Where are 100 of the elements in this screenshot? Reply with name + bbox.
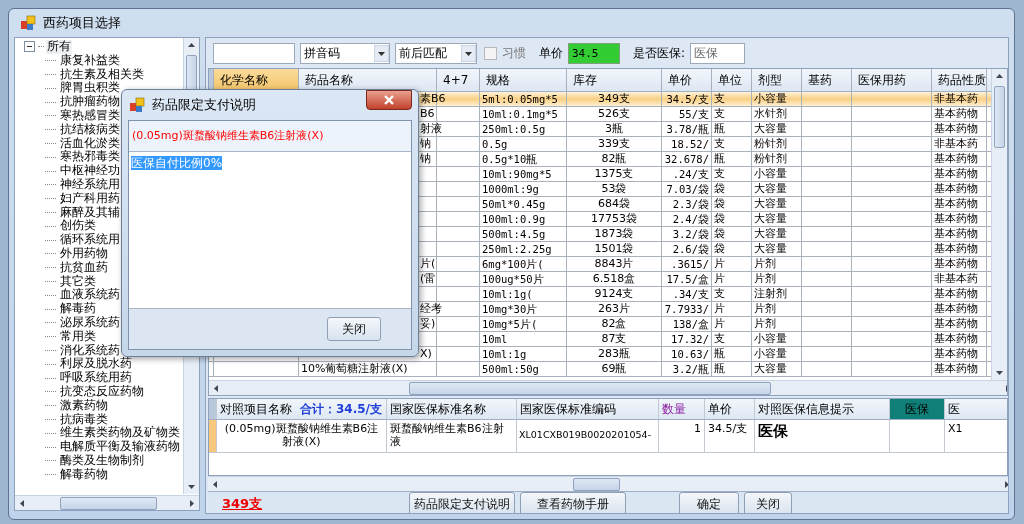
tree-item[interactable]: 寒热邪毒类 (59, 150, 121, 165)
search-field[interactable] (213, 42, 295, 64)
tree-item[interactable]: 利尿及脱水药 (59, 357, 133, 372)
table-cell: 17.5/盒 (662, 272, 712, 286)
table-cell: 3瓶 (567, 122, 662, 136)
column-header[interactable]: 化学名称 (214, 69, 299, 91)
dropdown-arrow-icon[interactable] (374, 44, 389, 62)
close-button[interactable] (366, 90, 412, 110)
tree-item[interactable]: 抗肿瘤药物 (59, 95, 121, 109)
tree-item[interactable]: 康复补益类 (59, 53, 121, 68)
button[interactable]: 查看药物手册 (520, 492, 626, 513)
tree-item[interactable]: 泌尿系统药 (59, 315, 121, 330)
column-header[interactable]: 库存 (567, 69, 662, 91)
table-cell: 基本药物 (932, 152, 987, 166)
horizontal-scrollbar[interactable] (208, 476, 1008, 491)
button[interactable]: 关闭 (744, 492, 792, 513)
tree-item[interactable]: 抗病毒类 (59, 412, 109, 427)
dropdown[interactable]: 拼音码 (300, 42, 390, 64)
table-cell: 9124支 (567, 287, 662, 301)
scroll-thumb[interactable] (60, 496, 157, 510)
table-row[interactable]: (0.05mg)斑蝥酸钠维生素B6注射液(X) 斑蝥酸钠维生素B6注射液 XL01CXB019B0020201054- 1 34.5/支 医保 X1 (209, 420, 1007, 453)
button[interactable]: 药品限定支付说明 (409, 492, 515, 513)
horizontal-scrollbar[interactable] (209, 380, 1007, 395)
tree-item[interactable]: 解毒药物 (59, 467, 109, 482)
tree-item[interactable]: 抗贫血药 (59, 260, 109, 275)
button[interactable]: 关闭 (327, 317, 381, 341)
table-cell: 32.678/ (662, 152, 712, 166)
column-header[interactable]: 国家医保标准名称 (390, 399, 486, 419)
tree-item[interactable]: 常用类 (59, 329, 97, 344)
column-header[interactable]: 单位 (712, 69, 752, 91)
price-field[interactable]: 34.5 (568, 42, 620, 64)
scroll-thumb[interactable] (409, 381, 771, 395)
table-cell: 瓶 (712, 362, 752, 376)
tree-item[interactable]: 其它类 (59, 274, 97, 289)
table-cell: 袋 (712, 212, 752, 226)
column-header[interactable]: 数量 (662, 399, 686, 419)
table-cell: 支 (712, 137, 752, 151)
scroll-thumb[interactable] (573, 477, 620, 491)
table-cell: 基本药物 (932, 257, 987, 271)
tree-item[interactable]: 中枢神经功 (59, 164, 121, 178)
table-cell: 69瓶 (567, 362, 662, 376)
dropdown-arrow-icon[interactable] (461, 44, 476, 62)
table-cell: 339支 (567, 137, 662, 151)
table-cell: 瓶 (712, 347, 752, 361)
table-cell: 大容量 (752, 122, 802, 136)
tree-item[interactable]: 脾胃虫积类 (59, 81, 121, 96)
table-cell: 基本药物 (932, 287, 987, 301)
vertical-scrollbar[interactable] (991, 69, 1007, 380)
tree-item[interactable]: 电解质平衡及输液药物 (59, 440, 181, 454)
tree-item[interactable]: 抗变态反应药物 (59, 384, 145, 399)
column-header[interactable]: 单价 (662, 69, 712, 91)
tree-item[interactable]: 寒热感冒类 (59, 109, 121, 123)
column-header[interactable]: 基药 (802, 69, 852, 91)
tree-item[interactable]: 抗生素及相关类 (59, 67, 145, 82)
scroll-thumb[interactable] (994, 86, 1005, 148)
insurance-label: 是否医保: (633, 44, 686, 62)
tree-item[interactable]: 创伤类 (59, 219, 97, 234)
tree-item[interactable]: 抗结核病类 (59, 122, 121, 137)
tree-item[interactable]: 维生素类药物及矿物类 (59, 426, 181, 441)
close-icon[interactable] (383, 95, 395, 105)
column-header[interactable]: 对照医保信息提示 (758, 399, 854, 419)
table-cell: 袋 (712, 242, 752, 256)
table-cell: 2.6/袋 (662, 242, 712, 256)
column-header[interactable]: 药品性质 (932, 69, 987, 91)
table-cell: X1 (945, 420, 1007, 452)
table-cell: 袋 (712, 182, 752, 196)
column-header[interactable]: 4+7 (437, 69, 480, 91)
tree-item[interactable]: 外用药物 (59, 246, 109, 261)
tree-item[interactable]: 激素药物 (59, 398, 109, 413)
column-header[interactable]: 规格 (480, 69, 567, 91)
insurance-field[interactable]: 医保 (690, 42, 746, 64)
column-header[interactable]: 医保用药 (852, 69, 932, 91)
horizontal-scrollbar[interactable] (15, 495, 199, 510)
tree-item[interactable]: 所有 (46, 40, 72, 54)
table-cell: 34.5/支 (662, 92, 712, 106)
tree-item[interactable]: 妇产科用药 (59, 191, 121, 206)
dropdown[interactable]: 前后匹配 (395, 42, 477, 64)
table-cell: 100ug*50片 (480, 272, 567, 286)
tree-item[interactable]: 神经系统用 (59, 177, 121, 192)
button[interactable]: 确定 (679, 492, 739, 513)
tree-item[interactable]: 呼吸系统用药 (59, 371, 133, 385)
column-header[interactable]: 剂型 (752, 69, 802, 91)
column-header[interactable]: 医 (948, 399, 960, 419)
tree-item[interactable]: 消化系统药 (59, 343, 121, 358)
tree-item[interactable]: 麻醉及其辅 (59, 205, 121, 220)
tree-item[interactable]: 循环系统用 (59, 233, 121, 247)
column-header[interactable]: 国家医保标准编码 (520, 399, 616, 419)
table-cell: 138/盒 (662, 317, 712, 331)
column-header[interactable]: 对照项目名称 (220, 399, 292, 419)
column-header[interactable]: 单价 (708, 399, 732, 419)
tree-item[interactable]: 解毒药 (59, 302, 97, 316)
tree-item[interactable]: 酶类及生物制剂 (59, 453, 145, 468)
table-row[interactable]: 10%葡萄糖注射液(X) 500ml:50g 69瓶 3.2/瓶 瓶 大容量 基本药物 (209, 362, 991, 377)
tree-item[interactable]: 活血化淤类 (59, 136, 121, 151)
collapse-icon[interactable] (24, 41, 35, 53)
table-cell: 非基本药 (932, 92, 987, 106)
checkbox[interactable] (484, 46, 497, 60)
table-cell: 粉针剂 (752, 137, 802, 151)
table-cell: 10ml (480, 332, 567, 346)
tree-item[interactable]: 血液系统药 (59, 288, 121, 303)
